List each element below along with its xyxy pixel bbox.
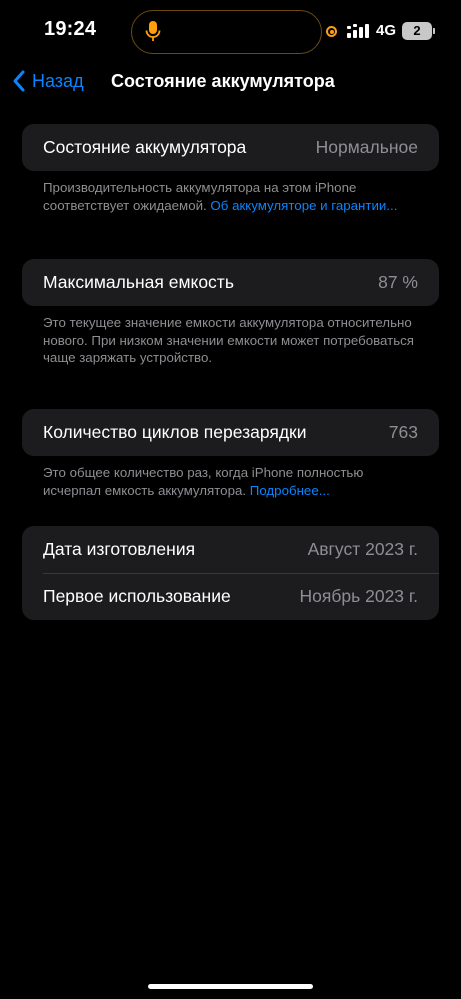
page-title: Состояние аккумулятора (111, 71, 335, 91)
max-capacity-card: Максимальная емкость 87 % (22, 259, 439, 306)
max-capacity-label: Максимальная емкость (43, 272, 234, 292)
cycle-count-footnote: Это общее количество раз, когда iPhone п… (43, 464, 423, 499)
dates-card: Дата изготовления Август 2023 г. Первое … (22, 526, 439, 620)
network-type: 4G (376, 22, 397, 39)
battery-state-value: Нормальное (315, 137, 418, 157)
back-label: Назад (32, 70, 84, 91)
battery-tip (433, 28, 435, 34)
first-use-row: Первое использование Ноябрь 2023 г. (22, 573, 439, 620)
cycle-count-value: 763 (388, 422, 418, 442)
privacy-indicator-dot (326, 26, 337, 37)
status-time: 19:24 (44, 18, 97, 40)
max-capacity-value: 87 % (378, 272, 418, 292)
cycle-count-label: Количество циклов перезарядки (43, 422, 307, 442)
manufacture-date-value: Август 2023 г. (307, 539, 418, 559)
cycle-count-row: Количество циклов перезарядки 763 (22, 409, 439, 456)
manufacture-date-label: Дата изготовления (43, 539, 196, 559)
battery-warranty-link[interactable]: Об аккумуляторе и гарантии... (210, 198, 397, 213)
cellular-signal-icon (346, 22, 370, 40)
battery-state-card: Состояние аккумулятора Нормальное (22, 124, 439, 171)
first-use-value: Ноябрь 2023 г. (299, 586, 418, 606)
chevron-left-icon (13, 70, 25, 92)
manufacture-date-row: Дата изготовления Август 2023 г. (22, 526, 439, 573)
max-capacity-row: Максимальная емкость 87 % (22, 259, 439, 306)
back-button[interactable]: Назад (12, 66, 84, 96)
learn-more-link[interactable]: Подробнее... (250, 483, 330, 498)
home-indicator[interactable] (148, 984, 313, 989)
battery-state-label: Состояние аккумулятора (43, 137, 247, 157)
max-capacity-footnote: Это текущее значение емкости аккумулятор… (43, 315, 414, 365)
battery-state-footnote: Производительность аккумулятора на этом … (43, 179, 423, 214)
cycle-count-card: Количество циклов перезарядки 763 (22, 409, 439, 456)
microphone-icon (145, 20, 161, 44)
battery-state-row: Состояние аккумулятора Нормальное (22, 124, 439, 171)
first-use-label: Первое использование (43, 586, 231, 606)
battery-icon: 2 (402, 22, 432, 40)
